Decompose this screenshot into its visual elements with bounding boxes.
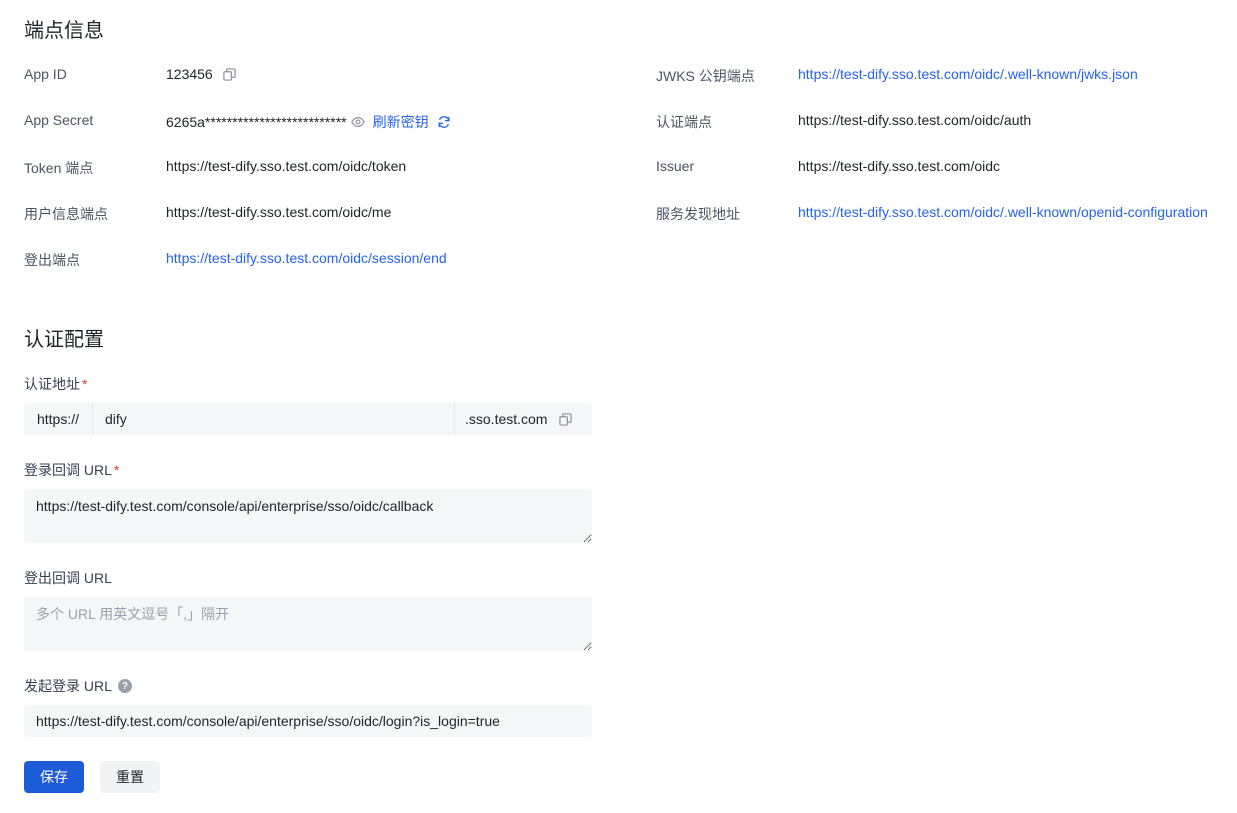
app-secret-value-group: 6265a************************** 刷新密钥 xyxy=(166,112,451,132)
required-mark: * xyxy=(113,462,120,478)
logout-callback-label: 登出回调 URL xyxy=(24,568,112,588)
app-id-label: App ID xyxy=(24,66,67,82)
initiate-login-input[interactable] xyxy=(24,705,592,737)
url-prefix: https:// xyxy=(24,403,93,435)
logout-endpoint-label: 登出端点 xyxy=(24,252,80,268)
auth-section-title: 认证配置 xyxy=(24,329,104,351)
refresh-secret-link[interactable]: 刷新密钥 xyxy=(373,112,429,132)
logout-callback-label-text: 登出回调 URL xyxy=(24,570,112,586)
app-id-value-group: 123456 xyxy=(166,66,236,82)
app-secret-value: 6265a************************** xyxy=(166,114,347,130)
jwks-endpoint-link[interactable]: https://test-dify.sso.test.com/oidc/.wel… xyxy=(798,66,1138,82)
token-endpoint-label: Token 端点 xyxy=(24,160,94,176)
userinfo-endpoint-label: 用户信息端点 xyxy=(24,206,108,222)
url-suffix: .sso.test.com xyxy=(454,403,592,435)
url-suffix-text: .sso.test.com xyxy=(465,411,548,427)
required-mark: * xyxy=(82,376,88,392)
endpoint-section-title: 端点信息 xyxy=(24,20,104,42)
app-secret-label: App Secret xyxy=(24,112,94,128)
auth-address-label: 认证地址 * xyxy=(24,374,87,394)
auth-address-input[interactable] xyxy=(93,403,454,435)
login-callback-textarea[interactable]: https://test-dify.test.com/console/api/e… xyxy=(24,489,592,543)
jwks-endpoint-label: JWKS 公钥端点 xyxy=(656,68,755,84)
refresh-icon[interactable] xyxy=(437,115,451,129)
eye-icon[interactable] xyxy=(350,115,365,129)
issuer-value: https://test-dify.sso.test.com/oidc xyxy=(798,158,1001,174)
login-callback-label: 登录回调 URL * xyxy=(24,460,119,480)
discovery-label: 服务发现地址 xyxy=(656,206,740,222)
token-endpoint-value: https://test-dify.sso.test.com/oidc/toke… xyxy=(166,158,407,174)
app-id-value: 123456 xyxy=(166,66,213,82)
auth-address-group: https:// .sso.test.com xyxy=(24,403,592,435)
issuer-label: Issuer xyxy=(656,158,695,174)
copy-icon[interactable] xyxy=(223,67,236,81)
userinfo-endpoint-value: https://test-dify.sso.test.com/oidc/me xyxy=(166,204,392,220)
help-icon[interactable]: ? xyxy=(117,679,132,693)
logout-endpoint-link[interactable]: https://test-dify.sso.test.com/oidc/sess… xyxy=(166,250,447,266)
auth-endpoint-value: https://test-dify.sso.test.com/oidc/auth xyxy=(798,112,1032,128)
initiate-login-label-text: 发起登录 URL xyxy=(24,678,112,694)
logout-callback-textarea[interactable] xyxy=(24,597,592,651)
auth-endpoint-label: 认证端点 xyxy=(656,114,712,130)
save-button[interactable]: 保存 xyxy=(24,761,84,793)
auth-address-label-text: 认证地址 xyxy=(24,376,80,392)
reset-button[interactable]: 重置 xyxy=(100,761,160,793)
discovery-link[interactable]: https://test-dify.sso.test.com/oidc/.wel… xyxy=(798,204,1208,220)
login-callback-label-text: 登录回调 URL xyxy=(24,462,112,478)
copy-icon[interactable] xyxy=(559,412,573,426)
initiate-login-label: 发起登录 URL ? xyxy=(24,676,132,696)
